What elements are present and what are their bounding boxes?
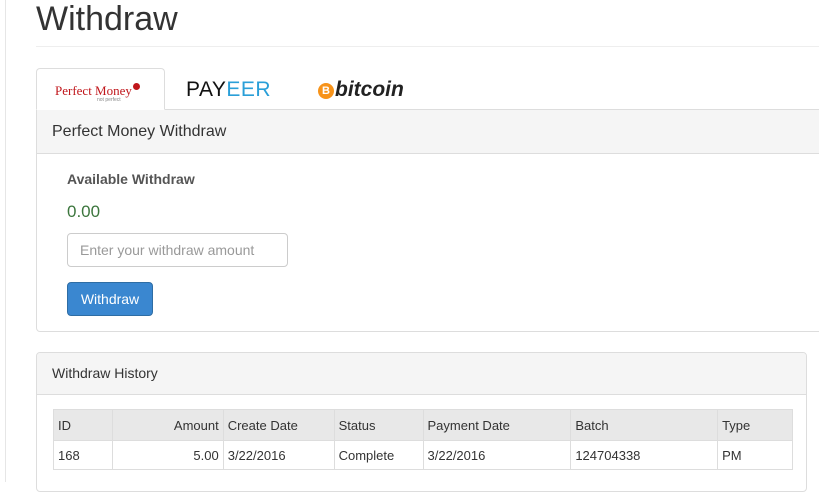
- perfect-money-logo-dot-icon: [133, 83, 140, 90]
- withdraw-amount-input[interactable]: [67, 233, 288, 267]
- column-header-amount: Amount: [111, 409, 224, 441]
- tab-bitcoin[interactable]: B bitcoin: [316, 68, 406, 110]
- column-header-payment-date: Payment Date: [422, 409, 572, 441]
- bitcoin-coin-icon: B: [318, 83, 334, 99]
- cell-payment-date: 3/22/2016: [422, 440, 572, 470]
- cell-amount: 5.00: [111, 440, 224, 470]
- cell-id: 168: [53, 440, 113, 470]
- tab-payeer[interactable]: PAYEER: [186, 68, 276, 110]
- payment-method-tabs: Perfect Money not perfect PAYEER B bitco…: [36, 68, 819, 110]
- bitcoin-logo: bitcoin: [335, 78, 404, 101]
- cell-type: PM: [717, 440, 793, 470]
- cell-create-date: 3/22/2016: [222, 440, 335, 470]
- page-title: Withdraw: [36, 0, 178, 38]
- payeer-logo-part-1: PAY: [186, 78, 227, 101]
- left-border: [5, 0, 6, 482]
- tab-perfect-money[interactable]: Perfect Money not perfect: [36, 68, 165, 110]
- column-header-batch: Batch: [570, 409, 719, 441]
- available-balance: 0.00: [67, 202, 101, 221]
- withdraw-button[interactable]: Withdraw: [67, 282, 153, 316]
- cell-status: Complete: [333, 440, 424, 470]
- withdraw-history-heading: Withdraw History: [37, 353, 806, 395]
- column-header-id: ID: [53, 409, 113, 441]
- column-header-status: Status: [333, 409, 424, 441]
- available-withdraw-label: Available Withdraw: [67, 171, 195, 187]
- perfect-money-logo-tagline: not perfect: [97, 97, 121, 103]
- column-header-create-date: Create Date: [222, 409, 335, 441]
- withdraw-panel: Perfect Money Withdraw Available Withdra…: [36, 110, 819, 332]
- payeer-logo: PAYEER: [186, 78, 271, 102]
- column-header-type: Type: [717, 409, 793, 441]
- cell-batch: 124704338: [570, 440, 719, 470]
- title-divider: [36, 46, 819, 47]
- payeer-logo-part-2: EER: [226, 78, 272, 101]
- table-header-row: ID Amount Create Date Status Payment Dat…: [53, 409, 793, 441]
- withdraw-panel-heading: Perfect Money Withdraw: [37, 110, 819, 154]
- table-row: 168 5.00 3/22/2016 Complete 3/22/2016 12…: [53, 440, 793, 470]
- withdraw-history-table: ID Amount Create Date Status Payment Dat…: [53, 409, 793, 470]
- withdraw-history-panel: Withdraw History ID Amount Create Date S…: [36, 352, 807, 492]
